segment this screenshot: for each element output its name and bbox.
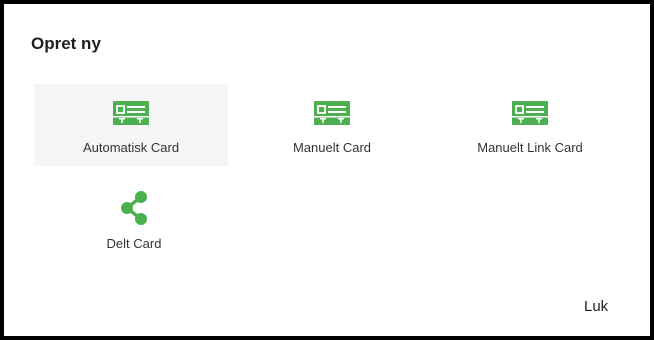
create-new-dialog: Opret ny Automatisk Card Manuelt Card Ma… (0, 0, 654, 340)
card-icon (113, 101, 149, 125)
option-label: Manuelt Link Card (477, 140, 583, 155)
dialog-title: Opret ny (31, 34, 101, 53)
option-label: Automatisk Card (82, 140, 180, 155)
option-label: Delt Card (106, 236, 162, 251)
option-manuelt-card[interactable]: Manuelt Card (235, 84, 429, 166)
option-automatisk-card[interactable]: Automatisk Card (34, 84, 228, 166)
card-icon (314, 101, 350, 125)
close-button[interactable]: Luk (584, 298, 608, 315)
option-manuelt-link-card[interactable]: Manuelt Link Card (433, 84, 627, 166)
share-icon (121, 191, 147, 225)
option-label: Manuelt Card (292, 140, 372, 155)
card-icon (512, 101, 548, 125)
option-delt-card[interactable]: Delt Card (37, 180, 231, 262)
